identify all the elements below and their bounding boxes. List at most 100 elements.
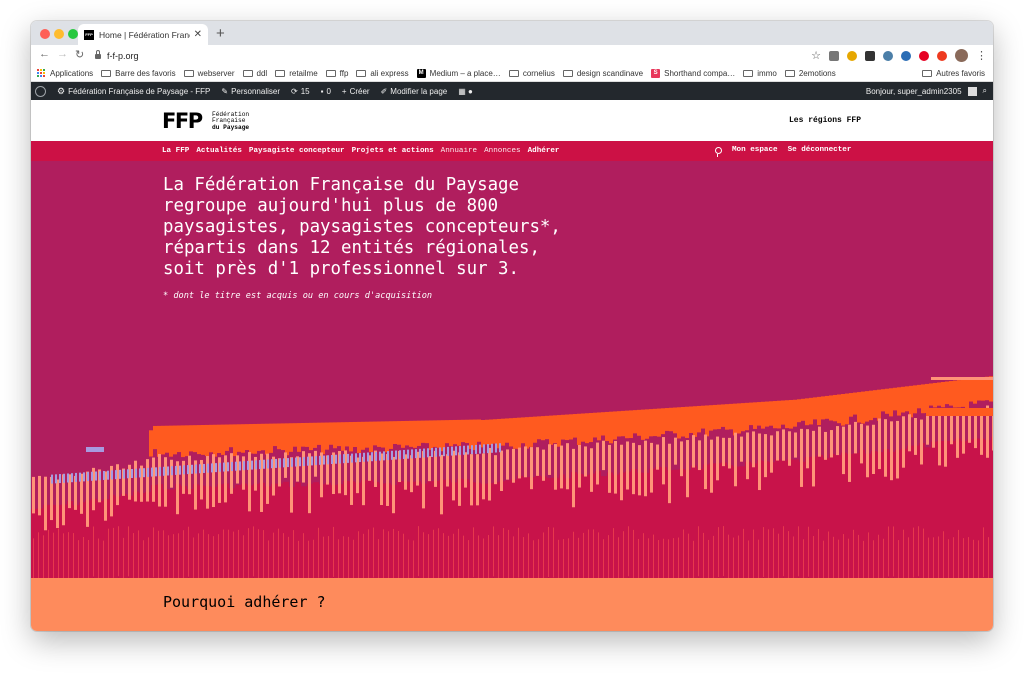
terrain-ground: [499, 481, 505, 578]
wordpress-menu[interactable]: [35, 85, 46, 97]
admin-search-icon[interactable]: ⌕: [983, 86, 987, 96]
terrain-stripe: [67, 473, 69, 483]
terrain-ground: [559, 474, 565, 578]
terrain-stalk: [338, 539, 339, 578]
terrain-bar: [446, 454, 449, 487]
terrain-bar: [902, 416, 905, 468]
logout-link[interactable]: Se déconnecter: [788, 146, 852, 154]
terrain-stripe: [491, 443, 493, 453]
bookmark-item[interactable]: ali express: [356, 69, 409, 78]
comments-link[interactable]: ▪ 0: [321, 87, 331, 96]
terrain-bar: [506, 449, 509, 480]
bookmark-item[interactable]: S Shorthand compa…: [651, 68, 735, 78]
customize-link[interactable]: ✎ Personnaliser: [221, 87, 280, 96]
ffp-logo[interactable]: FFP: [162, 111, 203, 132]
terrain-stalk: [898, 540, 899, 578]
grammarly-extension-icon[interactable]: [865, 50, 875, 61]
terrain-stripe: [391, 450, 393, 460]
updates-link[interactable]: ⟳ 15: [291, 87, 310, 96]
terrain-ridge: [337, 422, 341, 447]
terrain-ridge: [265, 423, 269, 455]
terrain-bar: [152, 457, 155, 502]
clipboard-extension-icon[interactable]: [829, 50, 839, 61]
other-bookmarks[interactable]: Autres favoris: [922, 69, 985, 78]
reload-icon[interactable]: ↻: [75, 48, 84, 61]
admin-site-link[interactable]: ⚙ Fédération Française de Paysage - FFP: [57, 86, 210, 97]
terrain-bar: [650, 442, 653, 493]
terrain-stalk: [328, 536, 329, 578]
terrain-ridge: [457, 419, 461, 446]
bookmark-star-icon[interactable]: ☆: [811, 49, 821, 62]
bookmark-item[interactable]: webserver: [183, 69, 235, 78]
bookmark-item[interactable]: M Medium – a place…: [416, 68, 501, 78]
close-window-button[interactable]: [40, 29, 50, 39]
nav-item[interactable]: Actualités: [196, 147, 242, 155]
terrain-ridge: [861, 391, 865, 424]
bookmark-item[interactable]: 2emotions: [784, 69, 836, 78]
terrain-bar: [38, 475, 41, 516]
minimize-window-button[interactable]: [54, 29, 64, 39]
nav-item[interactable]: Annuaire: [441, 147, 477, 155]
terrain-stalk: [183, 530, 184, 578]
terrain-ridge: [713, 404, 717, 430]
bookmark-item[interactable]: retailme: [275, 69, 318, 78]
terrain-stripe: [51, 474, 53, 484]
menu-kebab-icon[interactable]: ⋮: [976, 49, 987, 62]
new-content-link[interactable]: + Créer: [342, 87, 370, 96]
nav-item[interactable]: Projets et actions: [352, 147, 434, 155]
admin-account[interactable]: Bonjour, super_admin2305 ⌕: [866, 86, 987, 96]
terrain-stripe: [343, 454, 345, 464]
terrain-ground: [787, 459, 793, 578]
profile-avatar-icon[interactable]: [955, 49, 968, 62]
terrain-stalk: [713, 535, 714, 578]
edit-page-link[interactable]: ✐ Modifier la page: [381, 87, 448, 96]
terrain-ground: [169, 489, 175, 578]
bookmark-item[interactable]: ffp: [325, 68, 349, 78]
terrain-stalk: [693, 540, 694, 578]
search-icon[interactable]: [715, 146, 722, 157]
yoast-seo-icon[interactable]: ▦ ●: [458, 87, 473, 96]
bookmark-item[interactable]: design scandinave: [562, 69, 643, 78]
pinterest-extension-icon[interactable]: [919, 50, 929, 61]
terrain-stalk: [688, 533, 689, 578]
why-join-heading: Pourquoi adhérer ?: [163, 593, 326, 611]
terrain-bar: [830, 430, 833, 458]
terrain-bar: [722, 437, 725, 467]
honey-extension-icon[interactable]: [847, 50, 857, 61]
nav-item[interactable]: Annonces: [484, 147, 520, 155]
wordpress-blue-extension-icon[interactable]: [901, 50, 911, 61]
bookmark-item[interactable]: Applications: [37, 68, 93, 78]
bookmark-label: ffp: [339, 68, 349, 78]
terrain-stalk: [358, 531, 359, 578]
terrain-bar: [752, 431, 755, 468]
zoom-window-button[interactable]: [68, 29, 78, 39]
bookmark-item[interactable]: ddl: [242, 69, 267, 78]
terrain-stripe: [183, 465, 185, 475]
terrain-stalk: [448, 535, 449, 578]
terrain-stripe: [219, 462, 221, 472]
terrain-ridge: [205, 424, 209, 457]
browser-tab[interactable]: FFP Home | Fédération Française d… ✕: [78, 24, 208, 45]
nav-item[interactable]: Adhérer: [528, 147, 560, 155]
my-space-link[interactable]: Mon espace: [732, 146, 778, 154]
terrain-stripe: [251, 460, 253, 470]
new-tab-button[interactable]: +: [216, 25, 225, 42]
terrain-stalk: [718, 527, 719, 578]
terrain-stalk: [778, 533, 779, 578]
address-bar[interactable]: f-f-p.org: [95, 48, 139, 63]
nav-item[interactable]: La FFP: [162, 147, 189, 155]
regions-link[interactable]: Les régions FFP: [789, 116, 861, 125]
logo-wordmark[interactable]: Fédération Française du Paysage: [212, 111, 249, 131]
close-tab-icon[interactable]: ✕: [194, 29, 202, 40]
nav-item[interactable]: Paysagiste concepteur: [249, 147, 345, 155]
terrain-bar: [950, 414, 953, 445]
back-arrow-icon[interactable]: ←: [39, 48, 50, 60]
wordpress-extension-icon[interactable]: [883, 50, 893, 61]
opera-extension-icon[interactable]: [937, 50, 947, 61]
bookmark-item[interactable]: Barre des favoris: [101, 69, 176, 78]
terrain-bar: [782, 429, 785, 461]
bookmark-item[interactable]: immo: [743, 69, 777, 78]
bookmark-item[interactable]: cornelius: [508, 69, 555, 78]
terrain-stalk: [618, 537, 619, 578]
forward-arrow-icon[interactable]: →: [57, 48, 68, 60]
